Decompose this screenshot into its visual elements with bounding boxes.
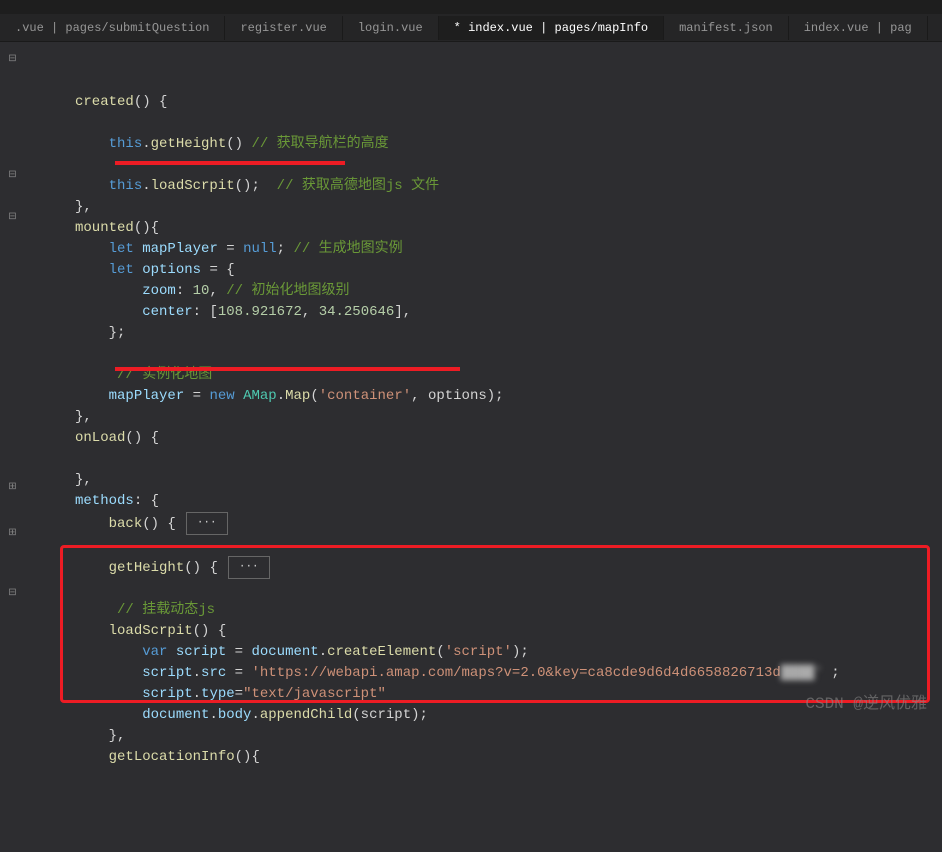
- annotation-underline: [115, 367, 460, 371]
- tab-manifest[interactable]: manifest.json: [664, 16, 789, 40]
- tab-submit-question[interactable]: .vue | pages/submitQuestion: [0, 16, 225, 40]
- annotation-box: [60, 545, 930, 703]
- fold-placeholder[interactable]: ···: [186, 512, 228, 535]
- tab-register[interactable]: register.vue: [225, 16, 342, 40]
- fold-icon[interactable]: ⊞: [7, 482, 19, 494]
- code-content[interactable]: created() { this.getHeight() // 获取导航栏的高度…: [25, 42, 942, 723]
- tab-mapinfo[interactable]: * index.vue | pages/mapInfo: [439, 16, 664, 40]
- tab-login[interactable]: login.vue: [343, 16, 439, 40]
- fold-icon[interactable]: ⊞: [7, 528, 19, 540]
- code-editor[interactable]: ⊟ ⊟ ⊟ ⊞ ⊞ ⊟ created() { this.getHeight()…: [0, 42, 942, 723]
- fold-icon[interactable]: ⊟: [7, 588, 19, 600]
- fold-icon[interactable]: ⊟: [7, 54, 19, 66]
- annotation-underline: [115, 161, 345, 165]
- fold-icon[interactable]: ⊟: [7, 170, 19, 182]
- fold-gutter: ⊟ ⊟ ⊟ ⊞ ⊞ ⊟: [0, 42, 25, 723]
- editor-tabs: .vue | pages/submitQuestion register.vue…: [0, 14, 942, 42]
- watermark: CSDN @逆风优雅: [805, 689, 927, 713]
- fold-icon[interactable]: ⊟: [7, 212, 19, 224]
- tab-index[interactable]: index.vue | pag: [789, 16, 928, 40]
